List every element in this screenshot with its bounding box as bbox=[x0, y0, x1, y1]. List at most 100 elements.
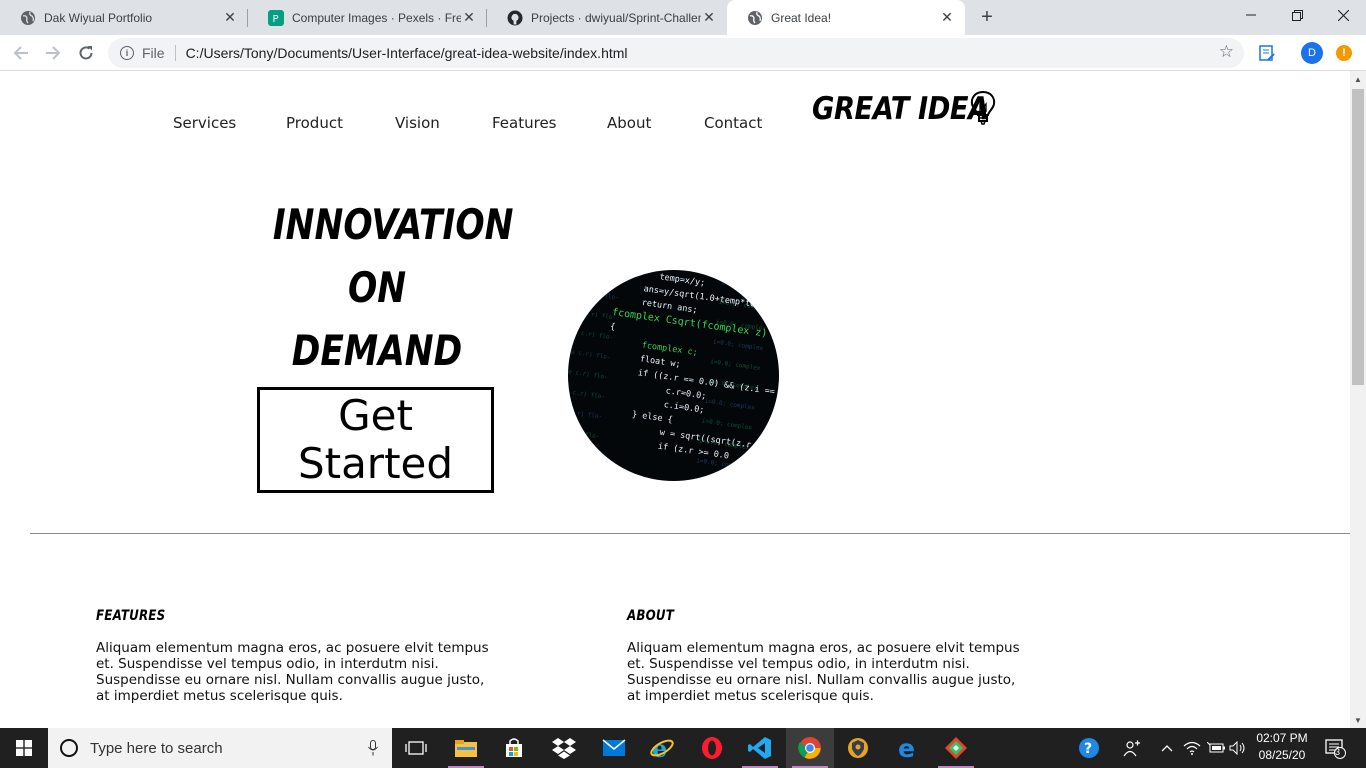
hero-title-line: INNOVATION bbox=[272, 200, 514, 249]
update-warning-icon[interactable]: ! bbox=[1336, 45, 1352, 61]
tab-title: Great Idea! bbox=[771, 10, 832, 25]
taskbar-search-box[interactable]: Type here to search bbox=[48, 728, 392, 768]
close-icon[interactable]: ✕ bbox=[461, 9, 477, 26]
code-noise-line: else c.r) flo- bbox=[568, 288, 619, 302]
about-text: Aliquam elementum magna eros, ac posuere… bbox=[627, 640, 1027, 704]
about-heading: ABOUT bbox=[627, 608, 675, 624]
wifi-icon[interactable] bbox=[1182, 728, 1202, 768]
nav-link-about[interactable]: About bbox=[607, 114, 651, 132]
star-icon[interactable]: ☆ bbox=[1219, 42, 1234, 62]
url-text: C:/Users/Tony/Documents/User-Interface/g… bbox=[185, 45, 628, 61]
close-icon[interactable]: ✕ bbox=[701, 9, 717, 26]
code-noise-line: else c.r) flo- bbox=[568, 466, 594, 480]
back-icon[interactable] bbox=[9, 41, 33, 65]
info-icon[interactable]: i bbox=[120, 46, 134, 60]
hero-code-image: i=0.0; complex else c.r) flo-i=0.0; compl… bbox=[568, 270, 779, 481]
help-icon[interactable]: ? bbox=[1076, 728, 1102, 768]
tab-pexels[interactable]: P Computer Images · Pexels · Free S ✕ bbox=[248, 0, 487, 35]
brave-icon[interactable] bbox=[834, 728, 882, 768]
code-noise-line: else c.r) flo- bbox=[568, 367, 608, 381]
clock-time: 02:07 PM bbox=[1256, 731, 1308, 745]
windows-taskbar: Type here to search e e ? 02:07 PM 08/25… bbox=[0, 728, 1366, 768]
code-noise-line: i=0.0; complex bbox=[713, 338, 764, 352]
chevron-up-icon[interactable] bbox=[1158, 728, 1176, 768]
tab-title: Computer Images · Pexels · Free S bbox=[292, 10, 461, 25]
about-text-line: Aliquam elementum magna eros, ac posuere… bbox=[627, 640, 1020, 656]
code-line: temp=x/y; bbox=[659, 272, 706, 288]
code-noise-line: i=0.0; complex bbox=[721, 279, 772, 293]
nav-link-services[interactable]: Services bbox=[173, 114, 236, 132]
profile-avatar[interactable]: D bbox=[1301, 42, 1323, 64]
scroll-up-arrow-icon[interactable]: ▲ bbox=[1350, 71, 1366, 87]
edge-icon[interactable]: e bbox=[884, 728, 932, 768]
code-noise-line: else c.r) flo- bbox=[568, 347, 611, 361]
code-noise-line: else c.r) flo- bbox=[568, 387, 605, 401]
scroll-thumb[interactable] bbox=[1352, 89, 1364, 385]
reload-icon[interactable] bbox=[74, 41, 98, 65]
code-line: c.r=0.0; bbox=[665, 386, 707, 402]
close-icon[interactable]: ✕ bbox=[939, 9, 955, 26]
section-divider bbox=[30, 533, 1350, 534]
code-noise-line: else c.r) flo- bbox=[568, 407, 603, 421]
nav-link-contact[interactable]: Contact bbox=[704, 114, 762, 132]
globe-icon bbox=[747, 10, 763, 26]
features-text-line: Aliquam elementum magna eros, ac posuere… bbox=[96, 640, 489, 656]
code-line: } else { bbox=[631, 410, 673, 426]
close-window-button[interactable] bbox=[1320, 0, 1366, 30]
dropbox-icon[interactable] bbox=[540, 728, 588, 768]
cta-line: Started bbox=[297, 439, 454, 488]
people-icon[interactable] bbox=[1120, 728, 1144, 768]
lightbulb-icon bbox=[970, 90, 996, 125]
opera-icon[interactable] bbox=[688, 728, 736, 768]
nav-link-product[interactable]: Product bbox=[286, 114, 343, 132]
cortana-icon bbox=[60, 739, 78, 757]
notification-count: 3 bbox=[1335, 747, 1341, 757]
site-logo[interactable]: GREAT IDEA bbox=[812, 91, 989, 127]
scheme-label: File bbox=[142, 45, 165, 61]
taskbar-clock[interactable]: 02:07 PM 08/25/20 bbox=[1254, 730, 1310, 764]
microphone-icon[interactable] bbox=[368, 740, 378, 756]
new-tab-button[interactable]: + bbox=[976, 6, 998, 28]
internet-explorer-icon[interactable]: e bbox=[638, 728, 686, 768]
volume-icon[interactable] bbox=[1228, 728, 1248, 768]
reading-list-icon[interactable] bbox=[1256, 42, 1278, 64]
code-noise-line: else c.r) flo- bbox=[568, 426, 600, 440]
mail-icon[interactable] bbox=[590, 728, 638, 768]
battery-icon[interactable] bbox=[1206, 728, 1226, 768]
store-icon[interactable] bbox=[490, 728, 538, 768]
windows-start-icon[interactable] bbox=[0, 728, 48, 768]
omnibox-divider bbox=[174, 45, 176, 61]
task-view-icon[interactable] bbox=[392, 728, 440, 768]
code-image-canvas: i=0.0; complex else c.r) flo-i=0.0; compl… bbox=[568, 270, 779, 481]
nav-link-vision[interactable]: Vision bbox=[395, 114, 440, 132]
vscode-icon[interactable] bbox=[736, 728, 784, 768]
restore-button[interactable] bbox=[1274, 0, 1320, 30]
cta-label: Get Started bbox=[298, 392, 453, 488]
tab-portfolio[interactable]: Dak Wiyual Portfolio ✕ bbox=[0, 0, 248, 35]
get-started-button[interactable]: Get Started bbox=[257, 387, 494, 493]
file-explorer-icon[interactable] bbox=[442, 728, 490, 768]
scroll-down-arrow-icon[interactable]: ▼ bbox=[1350, 712, 1366, 728]
address-bar[interactable]: i File C:/Users/Tony/Documents/User-Inte… bbox=[108, 38, 1244, 68]
code-noise-line: else c.r) flo- bbox=[568, 308, 616, 322]
features-text: Aliquam elementum magna eros, ac posuere… bbox=[96, 640, 496, 704]
close-icon[interactable]: ✕ bbox=[222, 9, 238, 26]
chrome-icon[interactable] bbox=[786, 728, 834, 768]
hero-title-line: DEMAND bbox=[291, 326, 463, 375]
tab-github[interactable]: Projects · dwiyual/Sprint-Challen ✕ bbox=[487, 0, 727, 35]
forward-icon[interactable] bbox=[41, 41, 65, 65]
tab-title: Dak Wiyual Portfolio bbox=[44, 10, 153, 25]
cta-line: Get bbox=[338, 391, 413, 440]
gitkraken-icon[interactable] bbox=[932, 728, 980, 768]
page-scrollbar[interactable]: ▲ ▼ bbox=[1350, 71, 1366, 728]
features-heading: FEATURES bbox=[96, 608, 166, 624]
code-noise-line: i=0.0; complex bbox=[693, 477, 744, 481]
code-noise-line: else c.r) flo- bbox=[571, 270, 622, 282]
notifications-icon[interactable]: 3 bbox=[1320, 728, 1350, 768]
tab-great-idea[interactable]: Great Idea! ✕ bbox=[727, 0, 965, 35]
globe-icon bbox=[20, 10, 36, 26]
code-line: float w; bbox=[639, 354, 681, 370]
minimize-button[interactable] bbox=[1228, 0, 1274, 30]
nav-link-features[interactable]: Features bbox=[492, 114, 557, 132]
code-noise-line: i=0.0; complex bbox=[701, 418, 752, 432]
